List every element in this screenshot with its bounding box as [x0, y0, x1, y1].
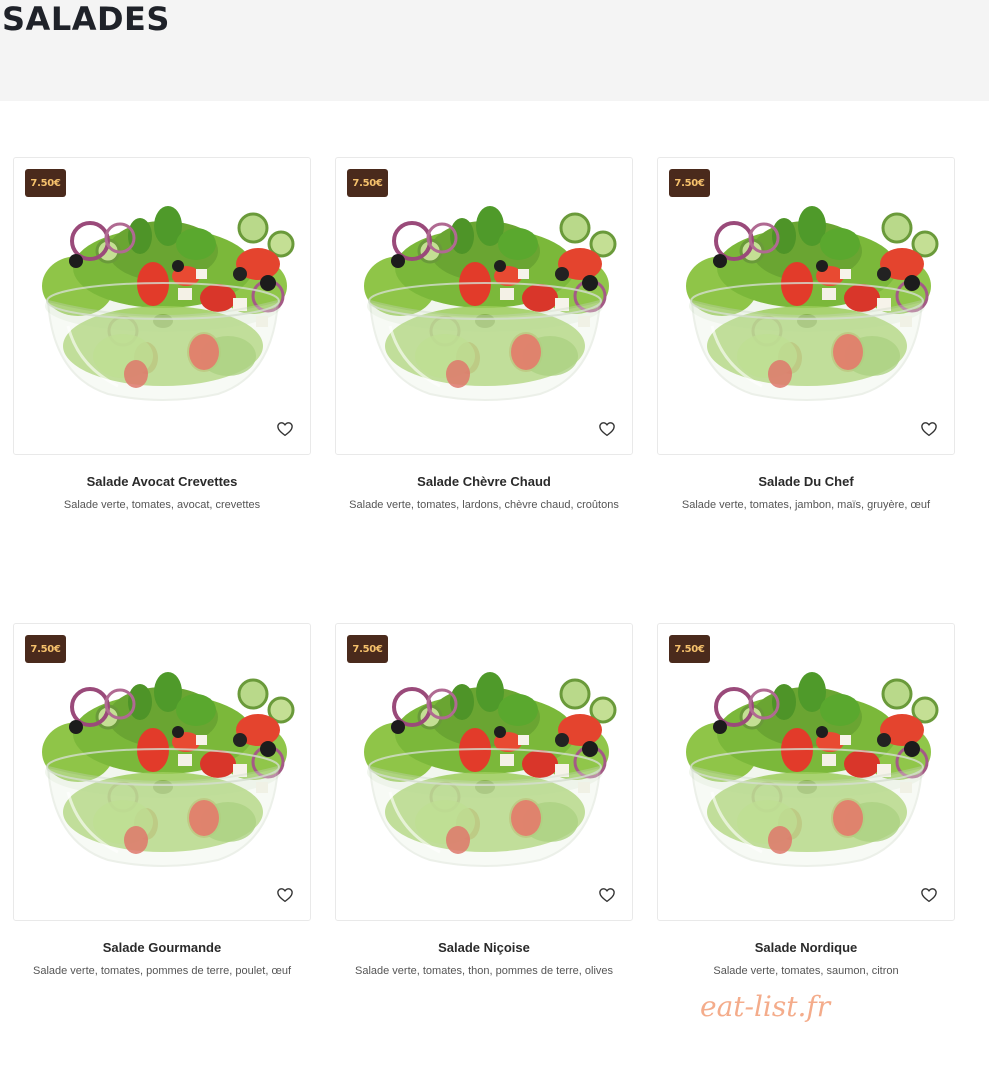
price-badge: 7.50€ — [25, 635, 66, 663]
heart-icon[interactable] — [920, 420, 938, 438]
product-name[interactable]: Salade Niçoise — [335, 940, 633, 955]
product-image-box[interactable]: 7.50€ — [13, 623, 311, 921]
product-image-box[interactable]: 7.50€ — [657, 623, 955, 921]
product-description: Salade verte, tomates, pommes de terre, … — [32, 965, 291, 977]
product-description: Salade verte, tomates, lardons, chèvre c… — [349, 499, 619, 511]
heart-icon[interactable] — [276, 886, 294, 904]
heart-icon[interactable] — [598, 420, 616, 438]
product-image-box[interactable]: 7.50€ — [335, 157, 633, 455]
product-card[interactable]: 7.50€ Salade Gourmande Salade verte, tom… — [13, 623, 311, 981]
product-name[interactable]: Salade Nordique — [657, 940, 955, 955]
page-title: SALADES — [2, 0, 170, 38]
price-badge: 7.50€ — [347, 169, 388, 197]
heart-icon[interactable] — [920, 886, 938, 904]
product-name[interactable]: Salade Chèvre Chaud — [335, 474, 633, 489]
salad-bowl-image — [350, 672, 620, 872]
salad-bowl-image — [672, 206, 942, 406]
product-image-box[interactable]: 7.50€ — [335, 623, 633, 921]
product-image-box[interactable]: 7.50€ — [657, 157, 955, 455]
product-image-box[interactable]: 7.50€ — [13, 157, 311, 455]
heart-icon[interactable] — [276, 420, 294, 438]
price-badge: 7.50€ — [669, 635, 710, 663]
price-badge: 7.50€ — [25, 169, 66, 197]
product-name[interactable]: Salade Avocat Crevettes — [13, 474, 311, 489]
salad-bowl-image — [672, 672, 942, 872]
product-description: Salade verte, tomates, jambon, maïs, gru… — [681, 499, 931, 511]
salad-bowl-image — [28, 672, 298, 872]
product-card[interactable]: 7.50€ Salade Du Chef Salade verte, tomat… — [657, 157, 955, 515]
product-card[interactable]: 7.50€ Salade Niçoise Salade verte, tomat… — [335, 623, 633, 981]
product-name[interactable]: Salade Gourmande — [13, 940, 311, 955]
product-description: Salade verte, tomates, saumon, citron — [713, 965, 899, 977]
heart-icon[interactable] — [598, 886, 616, 904]
product-description: Salade verte, tomates, avocat, crevettes — [63, 499, 261, 511]
product-card[interactable]: 7.50€ Salade Chèvre Chaud Salade verte, … — [335, 157, 633, 515]
product-card[interactable]: 7.50€ Salade Avocat Crevettes Salade ver… — [13, 157, 311, 515]
watermark-text: eat-list.fr — [700, 990, 831, 1023]
price-badge: 7.50€ — [669, 169, 710, 197]
product-description: Salade verte, tomates, thon, pommes de t… — [354, 965, 614, 977]
product-name[interactable]: Salade Du Chef — [657, 474, 955, 489]
salad-bowl-image — [28, 206, 298, 406]
product-card[interactable]: 7.50€ Salade Nordique Salade verte, toma… — [657, 623, 955, 981]
price-badge: 7.50€ — [347, 635, 388, 663]
salad-bowl-image — [350, 206, 620, 406]
